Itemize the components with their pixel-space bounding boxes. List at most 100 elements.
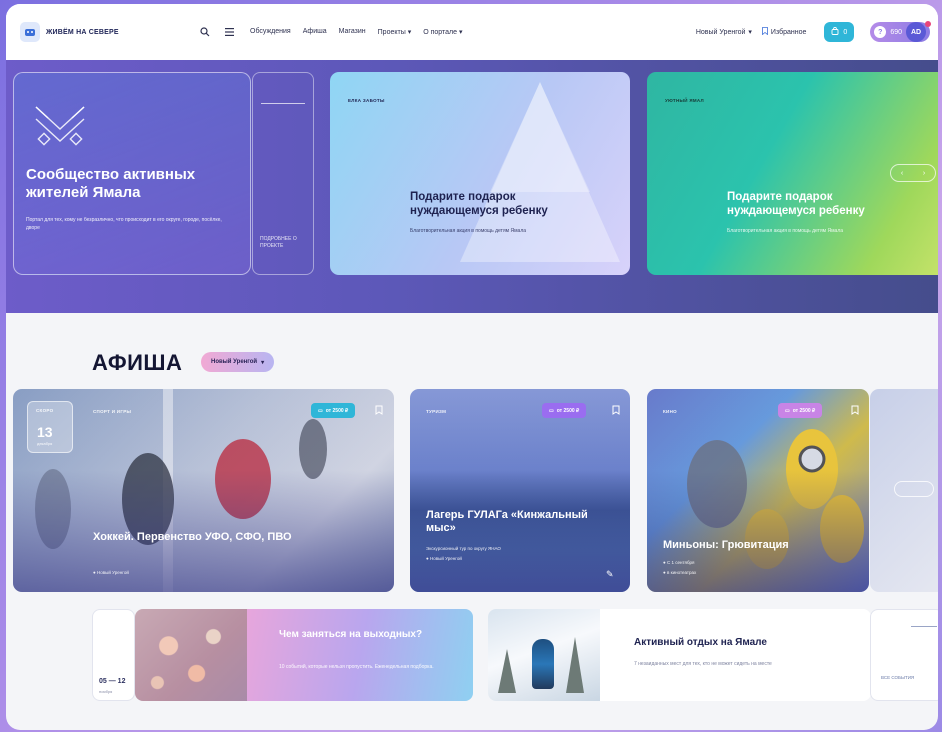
bag-icon [831, 27, 839, 37]
hero-title: Сообщество активных жителей Ямала [26, 166, 196, 201]
nav-item-shop[interactable]: Магазин [339, 28, 366, 36]
tree-shape [566, 637, 584, 693]
date-month: декабря [37, 441, 53, 446]
location-icon: ● [93, 570, 96, 575]
city-selector[interactable]: Новый Уренгой ▾ [695, 28, 752, 37]
card-date-label: С 1 сентября [666, 560, 695, 565]
cart-button[interactable]: 0 [824, 22, 855, 42]
ticket-icon: ▭ [785, 407, 790, 414]
avatar[interactable]: AD [906, 22, 926, 42]
card-location-label: Новый Уренгой [429, 556, 462, 561]
arrow-right-icon [911, 626, 937, 627]
nav-item-about[interactable]: О портале ▾ [423, 28, 462, 36]
chevron-down-icon: ▾ [458, 29, 463, 36]
notification-dot [925, 21, 931, 27]
ticket-icon: ▭ [549, 407, 554, 414]
nav-item-afisha[interactable]: Афиша [303, 28, 327, 36]
profile-button[interactable]: ? 690 AD [870, 21, 931, 42]
afisha-city-selector[interactable]: Новый Уренгой ▾ [201, 352, 275, 372]
slider-arrows[interactable]: ‹ › [890, 164, 936, 182]
card-category: СПОРТ И ИГРЫ [93, 409, 132, 414]
pen-icon[interactable]: ✎ [606, 569, 614, 580]
price-label: от 2500 ₽ [325, 407, 349, 414]
afisha-title: АФИША [92, 350, 183, 375]
community-logo-icon [35, 106, 85, 146]
promo-card[interactable]: ЕЛКА ЗАБОТЫ Подарите подарок нуждающемус… [330, 72, 630, 275]
nav-item-about-label: О портале [423, 29, 458, 36]
cart-count: 0 [843, 28, 848, 36]
event-card[interactable]: СКОРО 13 декабря СПОРТ И ИГРЫ ▭ от 2500 … [13, 389, 394, 592]
price-label: от 2500 ₽ [556, 407, 580, 414]
coins-count: 690 [890, 28, 902, 36]
arrow-right-icon [261, 103, 305, 104]
ticket-icon: ▭ [318, 407, 323, 414]
bokeh-image [135, 609, 247, 701]
hero-description: Портал для тех, кому не безразлично, что… [26, 217, 222, 231]
card-date: ● С 1 сентября [663, 559, 694, 567]
bookmark-icon[interactable] [375, 405, 383, 415]
location-icon: ● [663, 570, 666, 575]
card-category: КИНО [663, 409, 677, 414]
christmas-tree-icon [460, 82, 620, 262]
date-label: СКОРО [36, 408, 54, 413]
promo-description: Благотворительная акция в помощь детям Я… [410, 228, 527, 234]
price-tag[interactable]: ▭ от 2500 ₽ [778, 403, 823, 418]
top-header: ЖИВЁМ НА СЕВЕРЕ Обсуждения Афиша Магазин… [6, 4, 938, 60]
header-right: Новый Уренгой ▾ Избранное 0 ? 690 AD [695, 21, 931, 42]
menu-icon[interactable] [220, 23, 238, 41]
calendar-icon: ● [663, 560, 666, 565]
promo-title: Подарите подарок нуждающемуся ребенку [727, 191, 865, 217]
all-events-label: ВСЕ СОБЫТИЯ [881, 675, 915, 680]
bookmark-icon[interactable] [612, 405, 620, 415]
hero-more-button[interactable]: ПОДРОБНЕЕ О ПРОЕКТЕ [252, 72, 314, 275]
bookmark-icon[interactable] [851, 405, 859, 415]
main-nav: Обсуждения Афиша Магазин Проекты ▾ О пор… [250, 28, 462, 36]
card-location-label: Новый Уренгой [96, 570, 129, 575]
logo[interactable]: ЖИВЁМ НА СЕВЕРЕ [20, 22, 196, 42]
chevron-down-icon: ▾ [748, 29, 752, 36]
active-rest-card[interactable]: Активный отдых на Ямале 7 незаиданных ме… [488, 609, 871, 701]
weekend-card[interactable]: Чем заняться на выходных? 10 событий, ко… [247, 609, 473, 701]
event-card[interactable]: КИНО ▭ от 2500 ₽ Миньоны: Грювитация ● С… [647, 389, 869, 592]
price-tag[interactable]: ▭ от 2500 ₽ [542, 403, 587, 418]
tree-shape [498, 649, 516, 693]
active-title: Активный отдых на Ямале [634, 637, 767, 648]
week-range: 05 — 12 ноября [92, 609, 135, 701]
date-badge: СКОРО 13 декабря [27, 401, 73, 453]
price-label: от 2500 ₽ [792, 407, 816, 414]
card-category: ТУРИЗМ [426, 409, 447, 414]
active-description: 7 незаиданных мест для тех, кто не может… [634, 661, 772, 667]
weekend-title: Чем заняться на выходных? [279, 629, 423, 640]
card-location: ● Новый Уренгой [426, 555, 462, 563]
week-dates: 05 — 12 [99, 678, 126, 685]
location-icon: ● [426, 556, 429, 561]
card-title: Хоккей. Первенство УФО, СФО, ПВО [93, 531, 292, 543]
promo-tag: ЕЛКА ЗАБОТЫ [348, 98, 385, 103]
card-location-label: в кинотеатрах [666, 570, 697, 575]
all-events-button[interactable]: ВСЕ СОБЫТИЯ [870, 609, 938, 701]
event-card[interactable]: ТУРИЗМ ▭ от 2500 ₽ Лагерь ГУЛАГа «Кинжал… [410, 389, 630, 592]
city-selector-label: Новый Уренгой [695, 28, 746, 36]
arrow-right-icon[interactable] [894, 481, 934, 497]
logo-text: ЖИВЁМ НА СЕВЕРЕ [46, 28, 119, 36]
arrow-right-icon[interactable]: › [923, 170, 925, 177]
bookmark-icon [762, 27, 768, 37]
card-location: ● Новый Уренгой [93, 569, 129, 577]
nav-item-projects[interactable]: Проекты ▾ [378, 28, 412, 36]
search-icon[interactable] [196, 23, 214, 41]
hero-more-label: ПОДРОБНЕЕ О ПРОЕКТЕ [260, 236, 297, 249]
chevron-down-icon: ▾ [407, 29, 412, 36]
card-title: Лагерь ГУЛАГа «Кинжальный мыс» [426, 509, 588, 534]
card-description: Экскурсионный тур по округу ЯНАО [426, 546, 501, 551]
logo-icon [20, 22, 40, 42]
promo-tag: УЮТНЫЙ ЯМАЛ [665, 98, 704, 103]
card-location: ● в кинотеатрах [663, 569, 696, 577]
nav-item-discussions[interactable]: Обсуждения [250, 28, 291, 36]
card-title: Миньоны: Грювитация [663, 539, 789, 551]
arrow-left-icon[interactable]: ‹ [901, 170, 903, 177]
price-tag[interactable]: ▭ от 2500 ₽ [311, 403, 356, 418]
favorites-link[interactable]: Избранное [762, 27, 806, 37]
chevron-down-icon: ▾ [261, 359, 265, 366]
event-card-partial[interactable] [870, 389, 938, 592]
app-frame: ЖИВЁМ НА СЕВЕРЕ Обсуждения Афиша Магазин… [6, 4, 938, 730]
